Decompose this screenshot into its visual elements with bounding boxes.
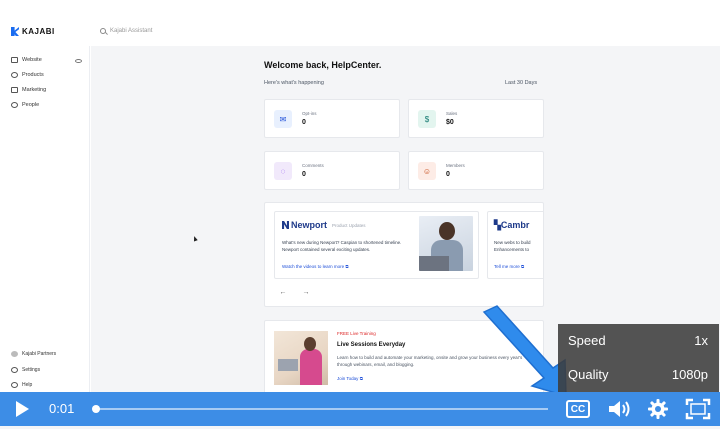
assistant-search[interactable]: Kajabi Assistant — [100, 28, 152, 34]
sidebar — [0, 46, 90, 396]
kajabi-logo-icon — [11, 27, 19, 36]
kajabi-logo[interactable]: KAJABI — [11, 27, 55, 36]
update-description: New webs to build Enhancements to — [494, 240, 531, 252]
help-icon — [11, 382, 18, 388]
page-title: Welcome back, HelpCenter. — [264, 60, 382, 70]
external-link-icon: ⧉ — [359, 376, 363, 381]
product-updates-tag: Product Updates — [332, 222, 366, 228]
sidebar-item-help[interactable]: Help — [11, 382, 32, 388]
stat-value: 0 — [446, 171, 450, 178]
stat-value: 0 — [302, 171, 306, 178]
gear-icon — [11, 367, 18, 373]
closed-captions-button[interactable]: CC — [566, 400, 590, 418]
quality-option[interactable]: Quality 1080p — [568, 367, 708, 382]
carousel-prev-button[interactable]: ← — [276, 285, 290, 299]
update-description: What's new during Newport? Caspian to sh… — [282, 240, 402, 252]
quality-value: 1080p — [671, 367, 708, 382]
cambria-brand: ▚Cambr — [494, 220, 529, 231]
photo-head — [439, 222, 455, 240]
woman-working-photo — [274, 331, 328, 385]
sidebar-item-label: Settings — [22, 367, 41, 373]
comment-icon: ◌ — [274, 162, 292, 180]
search-placeholder: Kajabi Assistant — [110, 28, 153, 34]
learn-more-link[interactable]: Watch the videos to learn more ⧉ — [282, 264, 349, 269]
stat-label: Comments — [302, 163, 324, 168]
cambria-logo-icon: ▚ — [494, 220, 501, 230]
updates-carousel: Newport Product Updates What's new durin… — [264, 202, 544, 307]
video-player-controls: 0:01 CC — [0, 392, 720, 426]
tell-me-more-link[interactable]: Tell me more ⧉ — [494, 264, 524, 269]
speed-option[interactable]: Speed 1x — [568, 333, 708, 348]
sidebar-item-partners[interactable]: Kajabi Partners — [11, 351, 56, 357]
date-range-select[interactable]: Last 30 Days — [505, 80, 537, 86]
stat-card-optins[interactable]: ✉ Opt-ins 0 — [264, 99, 400, 138]
sidebar-item-label: Kajabi Partners — [22, 351, 57, 357]
brand-name: KAJABI — [22, 27, 55, 36]
newport-brand: Newport — [291, 220, 327, 230]
partner-icon — [11, 351, 18, 357]
join-today-link[interactable]: Join Today ⧉ — [337, 376, 363, 381]
training-tag: FREE Live Training — [337, 331, 376, 336]
monitor-icon — [11, 57, 18, 63]
speed-label: Speed — [568, 333, 606, 348]
quality-label: Quality — [568, 367, 609, 382]
stat-label: Members — [446, 163, 465, 168]
mail-icon: ✉ — [274, 110, 292, 128]
cambria-brand-text: Cambr — [500, 220, 530, 230]
carousel-next-button[interactable]: → — [299, 285, 313, 299]
stat-label: Sales — [446, 111, 458, 116]
sidebar-item-settings[interactable]: Settings — [11, 367, 40, 373]
stat-card-members[interactable]: ☺ Members 0 — [408, 151, 544, 190]
people-icon — [11, 102, 18, 108]
update-card-newport[interactable]: Newport Product Updates What's new durin… — [274, 211, 479, 279]
live-training-card[interactable]: FREE Live Training Live Sessions Everyda… — [264, 320, 544, 396]
training-description: Learn how to build and automate your mar… — [337, 355, 523, 367]
settings-gear-icon[interactable] — [647, 398, 669, 420]
update-card-cambria[interactable]: ▚Cambr New webs to build Enhancements to… — [487, 211, 543, 279]
photo-laptop — [278, 359, 298, 371]
woman-laptop-photo — [419, 216, 473, 271]
sidebar-item-label: Help — [22, 382, 33, 388]
seek-bar[interactable] — [94, 408, 548, 410]
current-time: 0:01 — [49, 401, 75, 416]
volume-icon[interactable] — [607, 398, 631, 420]
sidebar-item-label: Website — [22, 57, 42, 63]
external-link-icon: ⧉ — [345, 264, 349, 269]
box-icon — [11, 72, 18, 78]
photo-head — [304, 337, 316, 351]
search-icon — [100, 28, 106, 34]
seek-handle[interactable] — [91, 405, 100, 413]
sidebar-item-people[interactable]: People — [11, 102, 39, 108]
fullscreen-icon[interactable] — [685, 398, 711, 420]
sidebar-item-label: Marketing — [22, 87, 47, 93]
newport-logo: Newport Product Updates — [282, 220, 366, 230]
dollar-icon: $ — [418, 110, 436, 128]
preview-eye-icon[interactable] — [75, 59, 82, 63]
sidebar-item-marketing[interactable]: Marketing — [11, 87, 46, 93]
tell-me-more-text: Tell me more — [494, 264, 520, 269]
newport-logo-icon — [282, 221, 289, 229]
page-subtitle: Here's what's happening — [264, 80, 324, 86]
photo-body — [300, 349, 322, 385]
speed-value: 1x — [694, 333, 708, 348]
photo-laptop — [419, 256, 449, 271]
stat-card-comments[interactable]: ◌ Comments 0 — [264, 151, 400, 190]
sidebar-item-label: Products — [22, 72, 44, 78]
external-link-icon: ⧉ — [521, 264, 525, 269]
sidebar-item-products[interactable]: Products — [11, 72, 44, 78]
members-icon: ☺ — [418, 162, 436, 180]
training-title: Live Sessions Everyday — [337, 342, 406, 348]
player-settings-menu: Speed 1x Quality 1080p — [558, 324, 719, 392]
screen: KAJABI Kajabi Assistant Website Products… — [0, 0, 720, 429]
play-icon[interactable] — [16, 401, 29, 417]
sidebar-item-website[interactable]: Website — [11, 57, 42, 63]
megaphone-icon — [11, 87, 18, 93]
join-today-text: Join Today — [337, 376, 359, 381]
stat-value: 0 — [302, 119, 306, 126]
stat-card-sales[interactable]: $ Sales $0 — [408, 99, 544, 138]
sidebar-item-label: People — [22, 102, 40, 108]
learn-more-text: Watch the videos to learn more — [282, 264, 345, 269]
stat-value: $0 — [446, 119, 454, 126]
stat-label: Opt-ins — [302, 111, 317, 116]
